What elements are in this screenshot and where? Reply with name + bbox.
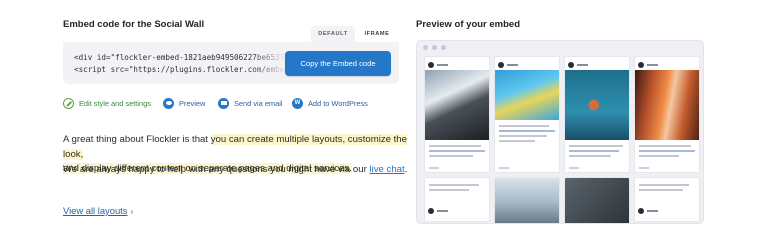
avatar: [428, 61, 434, 68]
post-author: [437, 209, 448, 212]
post-header: [428, 60, 448, 69]
post-header: [498, 60, 518, 69]
post-author: [647, 63, 658, 66]
post-footer: [569, 167, 579, 169]
post-text-line: [639, 155, 679, 157]
edit-icon: [63, 97, 74, 109]
view-all-layouts-link[interactable]: View all layouts ›: [63, 205, 133, 216]
post-text-line: [429, 184, 479, 186]
post-footer: [499, 167, 509, 169]
post-author: [647, 209, 658, 212]
wall-post-card: [494, 56, 560, 173]
post-header: [568, 60, 588, 69]
post-author: [577, 63, 588, 66]
add-to-wordpress-link[interactable]: Add to WordPress: [292, 96, 368, 110]
post-header: [428, 206, 448, 215]
post-text-line: [569, 150, 619, 152]
help-text-end: .: [404, 164, 408, 175]
eye-icon: [163, 97, 174, 109]
avatar: [498, 61, 504, 68]
add-to-wordpress-label: Add to WordPress: [308, 98, 368, 108]
wall-post-card: [424, 177, 490, 222]
chevron-right-icon: ›: [130, 207, 134, 216]
post-text-line: [499, 140, 535, 142]
post-image: [425, 70, 489, 140]
wall-post-card: [634, 56, 700, 173]
post-image: [495, 178, 559, 223]
layouts-text: A great thing about Flockler is that: [63, 134, 211, 145]
wall-post-card: [634, 177, 700, 222]
wall-post-card: [424, 56, 490, 173]
embed-code-box[interactable]: <div id="flockler-embed-1821aeb949506227…: [63, 42, 399, 84]
preview-panel: Preview of your embed: [416, 0, 706, 241]
embed-tabs: DEFAULT IFRAME: [311, 26, 399, 42]
edit-style-link[interactable]: Edit style and settings: [63, 96, 151, 110]
post-text-line: [569, 155, 611, 157]
window-dot: [432, 45, 437, 50]
post-footer: [429, 167, 439, 169]
preview-title: Preview of your embed: [416, 19, 521, 30]
code-fade: [251, 42, 287, 84]
copy-embed-code-button[interactable]: Copy the Embed code: [285, 51, 391, 76]
post-text-line: [429, 150, 485, 152]
tab-default[interactable]: DEFAULT: [311, 26, 355, 42]
avatar: [428, 207, 434, 214]
post-image: [495, 70, 559, 120]
window-dot: [423, 45, 428, 50]
help-text: We are always happy to help with any que…: [63, 164, 370, 175]
wall-post-card: [494, 177, 560, 223]
post-text-line: [569, 145, 623, 147]
help-paragraph: We are always happy to help with any que…: [63, 163, 423, 178]
post-text-line: [499, 125, 549, 127]
social-wall-preview: [424, 56, 700, 223]
window-dots: [423, 45, 450, 52]
post-text-line: [429, 145, 481, 147]
edit-style-label: Edit style and settings: [79, 98, 151, 108]
tab-iframe[interactable]: IFRAME: [355, 26, 399, 42]
post-text-line: [499, 135, 547, 137]
browser-mockup: [416, 40, 704, 224]
post-header: [638, 206, 658, 215]
window-dot: [441, 45, 446, 50]
send-email-link[interactable]: Send via email: [218, 96, 282, 110]
post-footer: [639, 167, 649, 169]
preview-link[interactable]: Preview: [163, 96, 205, 110]
post-header: [638, 60, 658, 69]
post-author: [437, 63, 448, 66]
preview-label: Preview: [179, 98, 206, 108]
post-text-line: [429, 189, 469, 191]
embed-panel: Embed code for the Social Wall DEFAULT I…: [63, 0, 407, 241]
post-author: [507, 63, 518, 66]
post-text-line: [639, 189, 683, 191]
embed-code-title: Embed code for the Social Wall: [63, 19, 205, 30]
post-image: [565, 70, 629, 140]
wall-post-card: [564, 56, 630, 173]
post-text-line: [429, 155, 473, 157]
post-image: [635, 70, 699, 140]
avatar: [568, 61, 574, 68]
embed-actions: Edit style and settings Preview Send via…: [63, 96, 399, 110]
avatar: [638, 207, 644, 214]
live-chat-link[interactable]: live chat: [369, 164, 404, 175]
post-text-line: [639, 150, 695, 152]
avatar: [638, 61, 644, 68]
post-text-line: [499, 130, 555, 132]
post-image: [565, 178, 629, 223]
wall-post-card: [564, 177, 630, 223]
wordpress-icon: [292, 97, 303, 109]
post-text-line: [639, 184, 689, 186]
send-email-label: Send via email: [234, 98, 283, 108]
mail-icon: [218, 97, 229, 109]
view-all-layouts-label: View all layouts: [63, 205, 128, 216]
post-text-line: [639, 145, 691, 147]
